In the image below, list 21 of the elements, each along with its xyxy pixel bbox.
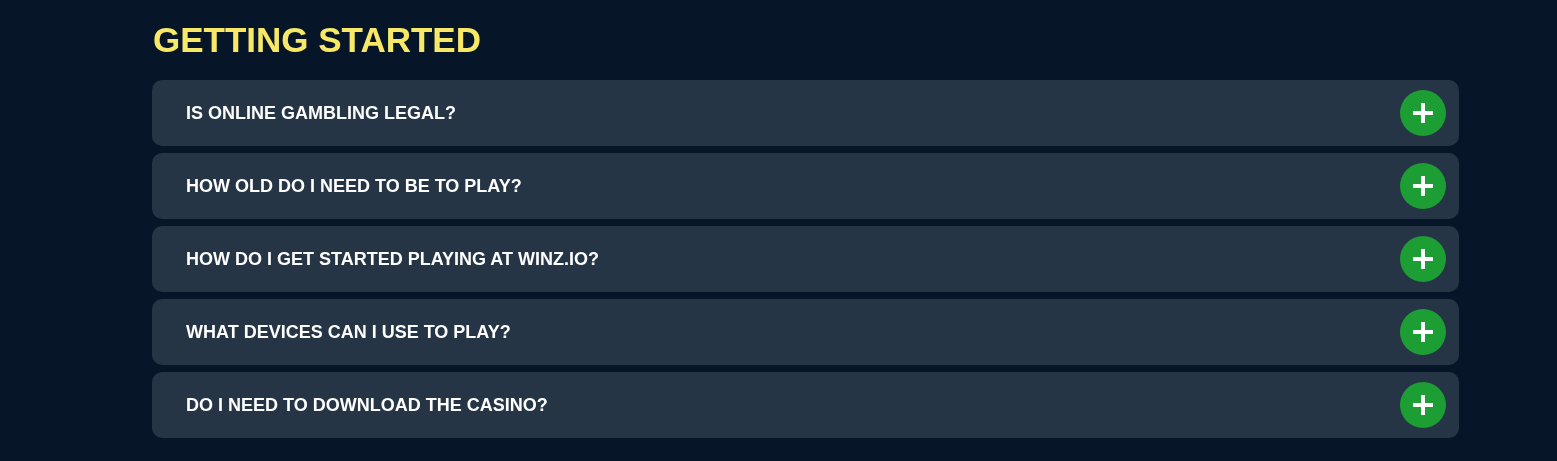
expand-button[interactable]: [1400, 382, 1446, 428]
expand-button[interactable]: [1400, 236, 1446, 282]
expand-button[interactable]: [1400, 90, 1446, 136]
section-title: GETTING STARTED: [152, 20, 482, 60]
plus-icon: [1413, 395, 1433, 415]
plus-icon: [1413, 322, 1433, 342]
plus-icon: [1413, 176, 1433, 196]
expand-button[interactable]: [1400, 163, 1446, 209]
faq-question: WHAT DEVICES CAN I USE TO PLAY?: [186, 320, 511, 344]
faq-question: HOW DO I GET STARTED PLAYING AT WINZ.IO?: [186, 247, 599, 271]
plus-icon: [1413, 249, 1433, 269]
faq-question: IS ONLINE GAMBLING LEGAL?: [186, 101, 456, 125]
faq-item[interactable]: HOW DO I GET STARTED PLAYING AT WINZ.IO?: [152, 226, 1459, 292]
faq-item[interactable]: HOW OLD DO I NEED TO BE TO PLAY?: [152, 153, 1459, 219]
faq-item[interactable]: WHAT DEVICES CAN I USE TO PLAY?: [152, 299, 1459, 365]
faq-item[interactable]: IS ONLINE GAMBLING LEGAL?: [152, 80, 1459, 146]
expand-button[interactable]: [1400, 309, 1446, 355]
faq-question: HOW OLD DO I NEED TO BE TO PLAY?: [186, 174, 522, 198]
plus-icon: [1413, 103, 1433, 123]
faq-question: DO I NEED TO DOWNLOAD THE CASINO?: [186, 393, 548, 417]
faq-item[interactable]: DO I NEED TO DOWNLOAD THE CASINO?: [152, 372, 1459, 438]
